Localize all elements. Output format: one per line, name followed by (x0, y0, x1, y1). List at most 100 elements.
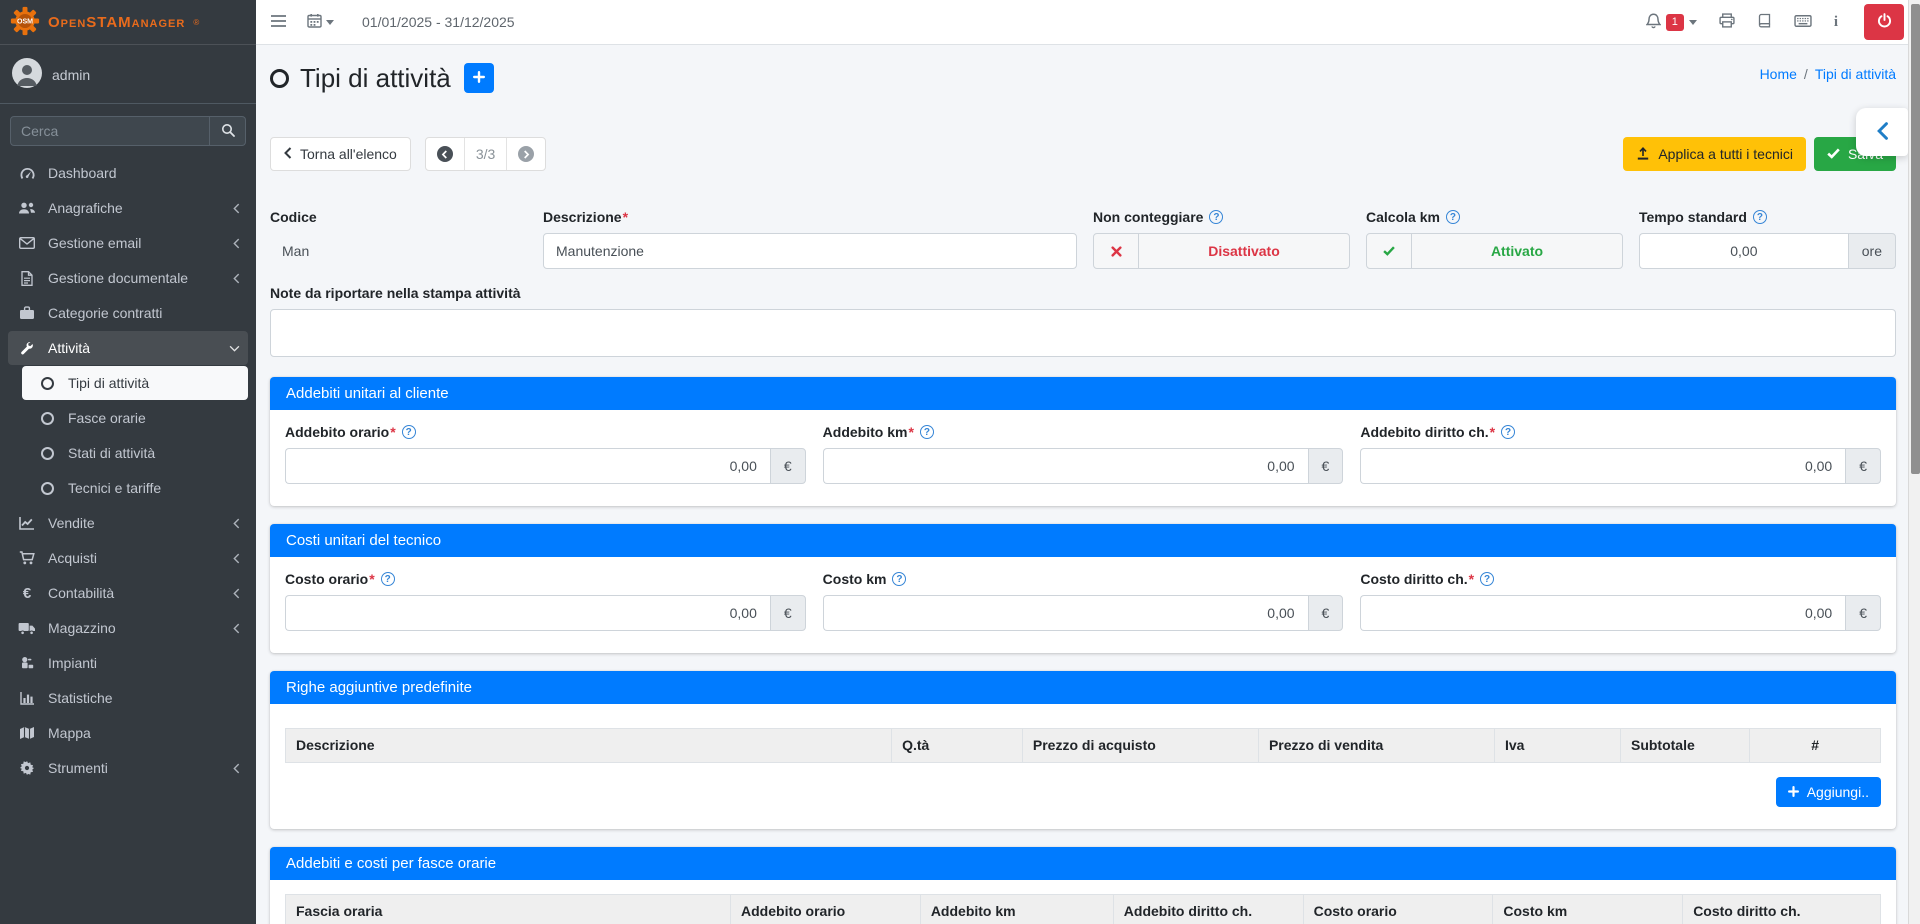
costo-orario-input[interactable] (285, 595, 770, 631)
breadcrumb-separator: / (1804, 66, 1808, 82)
docs-button[interactable] (1757, 13, 1772, 31)
costo-diritto-input[interactable] (1360, 595, 1845, 631)
calcola-km-state: Attivato (1412, 234, 1622, 268)
righe-col-actions: # (1750, 729, 1881, 763)
add-row-label: Aggiungi.. (1807, 784, 1869, 800)
sidebar-item-fasce-orarie[interactable]: Fasce orarie (22, 401, 248, 435)
sidebar-item-tipi-di-attivita[interactable]: Tipi di attività (22, 366, 248, 400)
euro-suffix: € (1308, 448, 1344, 484)
logout-button[interactable] (1864, 4, 1904, 40)
non-conteggiare-label: Non conteggiare (1093, 209, 1203, 225)
info-button[interactable]: i (1834, 14, 1838, 31)
chevron-left-icon (233, 518, 240, 529)
addebito-km-label: Addebito km (823, 424, 914, 440)
addebito-orario-field: Addebito orario € (285, 424, 806, 484)
sidebar-item-vendite[interactable]: Vendite (8, 506, 248, 540)
back-to-list-button[interactable]: Torna all'elenco (270, 137, 411, 171)
breadcrumb-home-link[interactable]: Home (1760, 66, 1797, 82)
righe-card-title: Righe aggiuntive predefinite (270, 671, 1896, 704)
sidebar-item-categorie-contratti[interactable]: Categorie contratti (8, 296, 248, 330)
descrizione-label: Descrizione (543, 209, 628, 225)
sidebar-item-magazzino[interactable]: Magazzino (8, 611, 248, 645)
check-icon (1367, 234, 1412, 268)
ore-suffix: ore (1848, 233, 1896, 269)
vertical-scrollbar[interactable] (1908, 0, 1920, 924)
notifications-button[interactable]: 1 (1646, 13, 1697, 32)
note-field: Note da riportare nella stampa attività (270, 285, 1896, 357)
sidebar-item-stati-di-attivita[interactable]: Stati di attività (22, 436, 248, 470)
previous-record-button[interactable] (426, 138, 465, 170)
fasce-col-costo-orario: Costo orario (1303, 895, 1493, 924)
brand-name: OpenSTAManager (48, 14, 185, 31)
sidebar-item-strumenti[interactable]: Strumenti (8, 751, 248, 785)
sidebar-item-statistiche[interactable]: Statistiche (8, 681, 248, 715)
euro-suffix: € (770, 448, 806, 484)
addebito-km-input[interactable] (823, 448, 1308, 484)
tempo-standard-input[interactable] (1639, 233, 1848, 269)
sidebar-item-label: Magazzino (48, 620, 116, 636)
side-panel-toggle[interactable] (1856, 108, 1908, 156)
brand-link[interactable]: OSM OpenSTAManager ® (0, 0, 256, 45)
hamburger-menu-icon[interactable] (270, 14, 287, 31)
chevron-down-icon (229, 345, 240, 352)
righe-col-qta: Q.tà (892, 729, 1023, 763)
help-icon (1480, 572, 1494, 586)
add-record-button[interactable] (464, 63, 494, 93)
print-button[interactable] (1719, 13, 1735, 31)
truck-icon (16, 622, 38, 635)
sidebar-item-label: Contabilità (48, 585, 114, 601)
date-range[interactable]: 01/01/2025 - 31/12/2025 (362, 14, 515, 30)
righe-col-iva: Iva (1494, 729, 1620, 763)
help-icon (1753, 210, 1767, 224)
machine-icon (16, 656, 38, 670)
search-button[interactable] (210, 116, 246, 146)
sidebar-item-gestione-email[interactable]: Gestione email (8, 226, 248, 260)
calcola-km-toggle[interactable]: Attivato (1366, 233, 1623, 269)
addebiti-card: Addebiti unitari al cliente Addebito ora… (270, 377, 1896, 506)
help-icon (1446, 210, 1460, 224)
sidebar-item-gestione-documentale[interactable]: Gestione documentale (8, 261, 248, 295)
fasce-col-fascia-oraria: Fascia oraria (286, 895, 731, 924)
arrow-circle-right-icon (518, 146, 534, 162)
non-conteggiare-field: Non conteggiare Disattivato (1093, 209, 1350, 269)
sidebar-item-contabilita[interactable]: € Contabilità (8, 576, 248, 610)
euro-suffix: € (1845, 595, 1881, 631)
wrench-icon (16, 340, 38, 356)
add-row-button[interactable]: Aggiungi.. (1776, 777, 1881, 807)
addebito-diritto-input[interactable] (1360, 448, 1845, 484)
costo-km-input[interactable] (823, 595, 1308, 631)
chart-line-icon (16, 516, 38, 530)
sidebar-item-impianti[interactable]: Impianti (8, 646, 248, 680)
circle-icon (36, 482, 58, 495)
sidebar-item-attivita[interactable]: Attività (8, 331, 248, 365)
calendar-dropdown-button[interactable] (307, 13, 334, 31)
sidebar-item-dashboard[interactable]: Dashboard (8, 156, 248, 190)
non-conteggiare-toggle[interactable]: Disattivato (1093, 233, 1350, 269)
scrollbar-thumb[interactable] (1911, 4, 1920, 474)
sidebar-item-label: Statistiche (48, 690, 113, 706)
sidebar-item-anagrafiche[interactable]: Anagrafiche (8, 191, 248, 225)
breadcrumb-current-link[interactable]: Tipi di attività (1815, 66, 1896, 82)
apply-to-all-technicians-button[interactable]: Applica a tutti i tecnici (1623, 137, 1806, 171)
help-icon (1209, 210, 1223, 224)
note-textarea[interactable] (270, 309, 1896, 357)
sidebar-item-mappa[interactable]: Mappa (8, 716, 248, 750)
sidebar-item-acquisti[interactable]: Acquisti (8, 541, 248, 575)
righe-col-prezzo-acquisto: Prezzo di acquisto (1022, 729, 1258, 763)
costi-card: Costi unitari del tecnico Costo orario €… (270, 524, 1896, 653)
shortcuts-button[interactable] (1794, 14, 1812, 30)
sidebar-item-tecnici-e-tariffe[interactable]: Tecnici e tariffe (22, 471, 248, 505)
fasce-col-addebito-diritto: Addebito diritto ch. (1113, 895, 1303, 924)
plus-icon (473, 70, 485, 86)
costo-orario-field: Costo orario € (285, 571, 806, 631)
fasce-card: Addebiti e costi per fasce orarie Fascia… (270, 847, 1896, 924)
note-label: Note da riportare nella stampa attività (270, 285, 521, 301)
addebito-orario-input[interactable] (285, 448, 770, 484)
circle-icon (36, 377, 58, 390)
codice-label: Codice (270, 209, 317, 225)
descrizione-input[interactable] (543, 233, 1077, 269)
user-panel[interactable]: admin (0, 45, 256, 104)
next-record-button[interactable] (507, 138, 545, 170)
check-icon (1827, 146, 1840, 162)
search-input[interactable] (10, 116, 210, 146)
